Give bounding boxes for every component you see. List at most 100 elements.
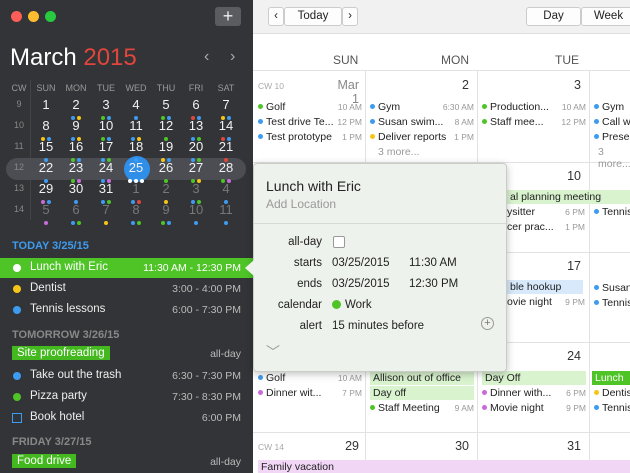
calendar-event[interactable]: Golf 10 AM [258,371,362,385]
mini-calendar-day[interactable]: 1 [121,181,151,196]
mini-calendar-day[interactable]: 5 [31,202,61,217]
ends-date[interactable]: 03/25/2015 [332,278,390,290]
day-number[interactable]: 30 [439,439,469,453]
mini-calendar-day[interactable]: 15 [31,139,61,154]
mini-calendar-day[interactable]: 6 [181,97,211,112]
week-view-button[interactable]: Week [581,7,630,26]
add-alert-icon[interactable]: + [481,317,494,330]
location-field[interactable]: Add Location [266,197,336,211]
calendar-event[interactable]: Movie night 9 PM [482,401,586,415]
mini-calendar-day[interactable]: 27 [181,160,211,175]
mini-calendar-day[interactable]: 3 [181,181,211,196]
calendar-event[interactable]: ovie night 9 PM [507,295,585,309]
calendar-event[interactable]: Susan swim... 8 AM [370,115,474,129]
alert-value[interactable]: 15 minutes before [332,320,424,332]
calendar-select[interactable]: Work [332,299,372,311]
mini-calendar-day[interactable]: 22 [31,160,61,175]
mini-calendar-day[interactable]: 31 [91,181,121,196]
mini-calendar-day[interactable]: 2 [61,97,91,112]
calendar-event[interactable]: Tennis [594,401,630,415]
mini-calendar-day[interactable]: 2 [151,181,181,196]
day-number[interactable]: 24 [551,349,581,363]
agenda-item-pizza[interactable]: Pizza party 7:30 - 8:30 PM [0,387,253,407]
mini-calendar-day[interactable]: 10 [181,202,211,217]
calendar-event[interactable]: Staff Meeting 9 AM [370,401,474,415]
calendar-event[interactable]: cer prac... 1 PM [507,220,585,234]
mini-calendar-day[interactable]: 12 [151,118,181,133]
calendar-event[interactable]: Test prototype 1 PM [258,130,362,144]
prev-month-button[interactable]: ‹ [204,48,209,66]
calendar-event[interactable]: Production... 10 AM [482,100,586,114]
mini-calendar-day[interactable]: 11 [121,118,151,133]
mini-calendar-day[interactable]: 20 [181,139,211,154]
selected-event-bar[interactable]: Lunch [592,371,630,385]
calendar-event[interactable]: Golf 10 AM [258,100,362,114]
day-number[interactable]: 3 [551,78,581,92]
mini-calendar-day[interactable]: 28 [211,160,241,175]
mini-calendar-day[interactable]: 8 [31,118,61,133]
calendar-event[interactable]: Test drive Te... 12 PM [258,115,362,129]
mini-calendar-day[interactable]: 7 [211,97,241,112]
more-events-link[interactable]: 3 more... [598,146,630,170]
mini-calendar-day[interactable]: 9 [61,118,91,133]
mini-calendar-day[interactable]: 8 [121,202,151,217]
agenda-item-site-proofreading[interactable]: Site proofreading all-day [0,344,253,364]
mini-calendar-day[interactable]: 9 [151,202,181,217]
agenda-item-lunch[interactable]: Lunch with Eric 11:30 AM - 12:30 PM [0,258,253,278]
task-checkbox[interactable] [12,413,22,423]
mini-calendar-day[interactable]: 24 [91,160,121,175]
mini-calendar-day[interactable]: 29 [31,181,61,196]
starts-date[interactable]: 03/25/2015 [332,257,390,269]
agenda-item-tennis[interactable]: Tennis lessons 6:00 - 7:30 PM [0,300,253,320]
calendar-event[interactable]: Tennis [594,296,630,310]
mini-calendar-day[interactable]: 10 [91,118,121,133]
calendar-event[interactable]: Call w [594,115,630,129]
agenda-item-food-drive[interactable]: Food drive all-day [0,452,253,472]
ends-time[interactable]: 12:30 PM [409,278,458,290]
calendar-event[interactable]: ysitter 6 PM [507,205,585,219]
mini-calendar-day[interactable]: 11 [211,202,241,217]
calendar-event[interactable]: Gym [594,100,630,114]
mini-calendar-day[interactable]: 17 [91,139,121,154]
mini-calendar-day[interactable]: 3 [91,97,121,112]
calendar-event[interactable]: Dinner with... 6 PM [482,386,586,400]
multi-day-event-bar[interactable]: Day off [370,386,474,400]
agenda-item-book-hotel[interactable]: Book hotel 6:00 PM [0,408,253,428]
agenda-item-dentist[interactable]: Dentist 3:00 - 4:00 PM [0,279,253,299]
zoom-window-button[interactable] [45,11,56,22]
mini-calendar-day[interactable]: 7 [91,202,121,217]
day-number[interactable]: 31 [551,439,581,453]
day-number[interactable]: 29 [329,439,359,453]
mini-calendar-day[interactable]: 23 [61,160,91,175]
calendar-event[interactable]: Prese [594,130,630,144]
mini-calendar-day[interactable]: 26 [151,160,181,175]
mini-calendar-day[interactable]: 6 [61,202,91,217]
multi-day-event-bar[interactable]: Allison out of office [370,371,474,385]
day-number[interactable]: 2 [439,78,469,92]
mini-calendar-day[interactable]: 16 [61,139,91,154]
calendar-event[interactable]: Tennis [594,205,630,219]
prev-period-button[interactable]: ‹ [268,7,284,26]
multi-day-event-bar[interactable]: Family vacation [258,460,630,473]
allday-checkbox[interactable] [333,236,345,248]
mini-calendar-day[interactable]: 4 [121,97,151,112]
day-number[interactable]: 10 [551,169,581,183]
calendar-event[interactable]: Dentis [594,386,630,400]
mini-calendar-day[interactable]: 30 [61,181,91,196]
multi-day-event-bar[interactable]: al planning meeting [507,190,630,204]
mini-calendar-day[interactable]: 25 [121,160,151,175]
expand-chevron-icon[interactable]: ﹀ [266,342,280,362]
mini-calendar-day[interactable]: 1 [31,97,61,112]
mini-calendar-day[interactable]: 5 [151,97,181,112]
more-events-link[interactable]: 3 more... [378,146,419,158]
day-number[interactable]: 17 [551,259,581,273]
next-period-button[interactable]: › [342,7,358,26]
event-bar[interactable]: Day Off [482,371,586,385]
event-title[interactable]: Lunch with Eric [266,178,361,194]
mini-calendar-day[interactable]: 18 [121,139,151,154]
calendar-event[interactable]: Staff mee... 12 PM [482,115,586,129]
mini-calendar-day[interactable]: 14 [211,118,241,133]
event-bar[interactable]: ble hookup [507,280,583,294]
minimize-window-button[interactable] [28,11,39,22]
close-window-button[interactable] [11,11,22,22]
